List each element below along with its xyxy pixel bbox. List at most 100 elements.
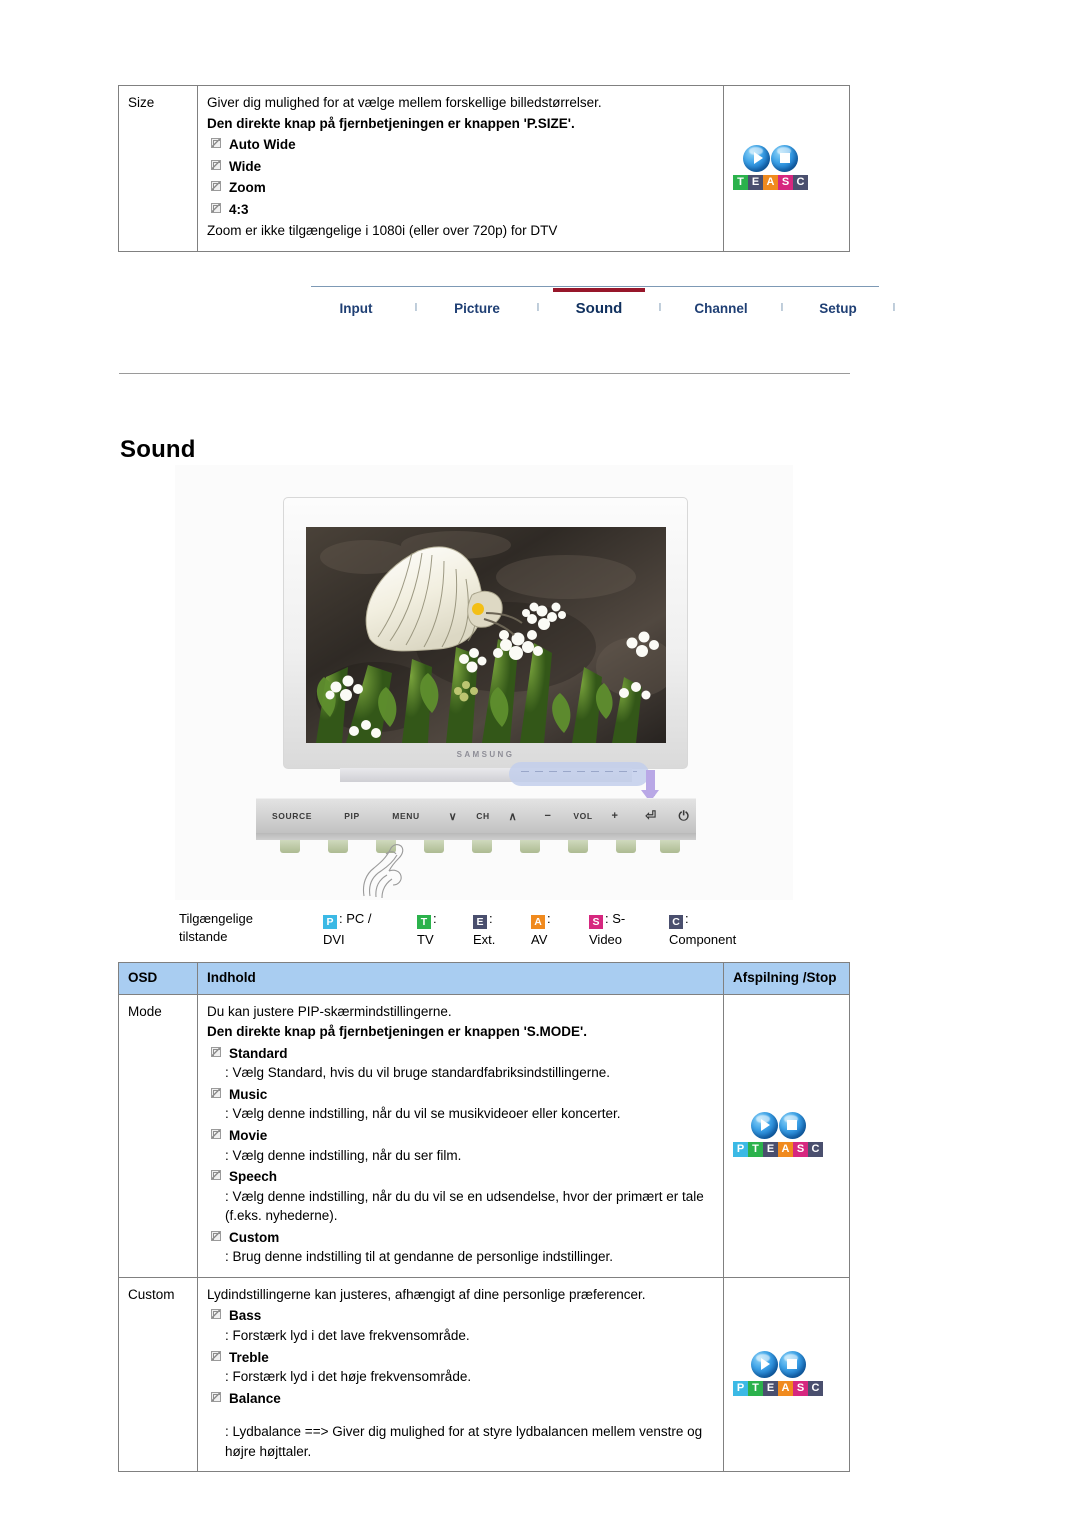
option-label: Zoom [229,180,266,196]
nav-separator: l [780,302,784,314]
legend-mode-text2: Video [589,932,623,947]
mode-key-p-icon: P [323,915,337,929]
custom-item-bass: Bass [207,1306,714,1326]
section-divider [119,373,850,374]
nav-separator: l [892,302,896,314]
channel-down-icon[interactable]: ∨ [436,810,470,823]
sound-osd-table: OSD Indhold Afspilning /Stop Mode Du kan… [118,962,850,1473]
custom-item-bass-desc: : Forstærk lyd i det lave frekvensområde… [225,1328,470,1343]
legend-mode-text: : S- [605,911,626,926]
tab-picture[interactable]: Picture [431,292,523,316]
item-label: Bass [229,1308,262,1324]
legend-mode-text2: AV [531,932,548,947]
legend-mode-ext: E: Ext. [473,911,529,947]
item-label: Standard [229,1045,288,1061]
option-label: Auto Wide [229,137,296,153]
badge-letter-c: C [808,1380,823,1396]
mode-key-s-icon: S [589,915,603,929]
column-header-osd: OSD [118,962,198,995]
menu-button[interactable]: MENU [376,811,436,821]
custom-item-balance-desc: : Lydbalance ==> Giver dig mulighed for … [225,1424,703,1459]
legend-mode-svideo: S: S- Video [589,911,663,947]
badge-letter-e: E [748,174,763,190]
legend-title-line2: tilstande [179,929,228,944]
mode-item-standard: Standard [207,1044,714,1064]
legend-mode-text: : [433,911,437,926]
badge-letter-t: T [748,1380,763,1396]
tab-setup[interactable]: Setup [797,292,879,316]
bullet-marker-icon [211,1087,221,1098]
bullet-marker-icon [211,1350,221,1361]
power-icon[interactable]: ⏻ [672,808,696,824]
mode-direct-key-note: Den direkte knap på fjernbetjeningen er … [207,1024,587,1040]
channel-up-icon[interactable]: ∧ [496,810,530,823]
legend-mode-text2: Component [669,932,737,947]
table-row: Mode Du kan justere PIP-skærmindstilling… [118,993,850,1278]
stop-icon [778,1111,806,1139]
badge-letter-c: C [793,174,808,190]
column-header-playstop: Afspilning /Stop [723,962,850,995]
mode-description-cell: Du kan justere PIP-skærmindstillingerne.… [197,993,724,1278]
badge-letter-a: A [778,1141,793,1157]
legend-title-line1: Tilgængelige [179,911,253,926]
down-arrow-icon [641,770,659,802]
page-title: Sound [120,436,196,464]
legend-mode-text: : [547,911,551,926]
mode-key-c-icon: C [669,915,683,929]
badge-spheres [733,144,808,172]
source-button[interactable]: SOURCE [256,811,328,821]
enter-icon[interactable]: ⏎ [630,808,672,824]
tab-sound[interactable]: Sound [553,287,645,317]
badge-letters-pteasc: P T E A S C [733,1380,823,1396]
stop-icon [771,144,798,172]
section-nav[interactable]: Input l Picture l Sound l Channel l Setu… [311,286,895,320]
mode-lead-text: Du kan justere PIP-skærmindstillingerne. [207,1003,452,1019]
mode-item-custom: Custom [207,1228,714,1248]
nav-separator: l [536,302,540,314]
volume-up-icon[interactable]: + [600,810,630,822]
available-modes-legend: Tilgængelige tilstande P: PC / DVI T: TV… [179,911,859,953]
badge-letter-a: A [763,174,778,190]
osd-label-size: Size [118,85,198,252]
monitor-control-panel: SOURCE PIP MENU ∨ CH ∧ − VOL + ⏎ ⏻ [256,798,696,833]
mode-key-t-icon: T [417,915,431,929]
tab-input[interactable]: Input [311,292,401,316]
volume-down-icon[interactable]: − [530,810,566,822]
pip-button[interactable]: PIP [328,811,376,821]
table-row: Custom Lydindstillingerne kan justeres, … [118,1276,850,1473]
mode-item-speech-desc: : Vælg denne indstilling, når du du vil … [225,1188,704,1224]
stop-icon [778,1350,806,1378]
size-option-wide: Wide [207,157,714,177]
badge-letter-a: A [778,1380,793,1396]
badge-spheres [733,1111,823,1139]
column-header-content: Indhold [197,962,724,995]
size-option-4-3: 4:3 [207,200,714,220]
legend-mode-text2: Ext. [473,932,496,947]
butterfly-photo [306,527,666,743]
item-label: Custom [229,1229,280,1245]
badge-letter-p: P [733,1141,748,1157]
bullet-marker-icon [211,202,221,213]
mode-item-music: Music [207,1085,714,1105]
legend-mode-text2: TV [417,932,434,947]
bullet-marker-icon [211,159,221,170]
badge-letter-e: E [763,1141,778,1157]
size-mode-badge-cell: T E A S C [723,85,850,252]
badge-spheres [733,1350,823,1378]
document-page: Size Giver dig mulighed for at vælge mel… [0,0,1080,1528]
mode-item-music-desc: : Vælg denne indstilling, når du vil se … [225,1106,621,1122]
custom-lead-text: Lydindstillingerne kan justeres, afhængi… [207,1286,646,1302]
custom-item-balance: Balance [207,1389,714,1409]
bullet-marker-icon [211,1170,221,1181]
legend-mode-text: : [489,911,493,926]
pteasc-badge: P T E A S C [733,1350,823,1396]
osd-label-mode: Mode [118,993,198,1278]
table-header-row: OSD Indhold Afspilning /Stop [118,962,850,995]
volume-label: VOL [573,811,593,821]
item-label: Speech [229,1169,278,1185]
badge-letter-t: T [748,1141,763,1157]
channel-label: CH [476,811,490,821]
legend-mode-component: C: Component [669,911,799,947]
tab-channel[interactable]: Channel [675,292,767,316]
